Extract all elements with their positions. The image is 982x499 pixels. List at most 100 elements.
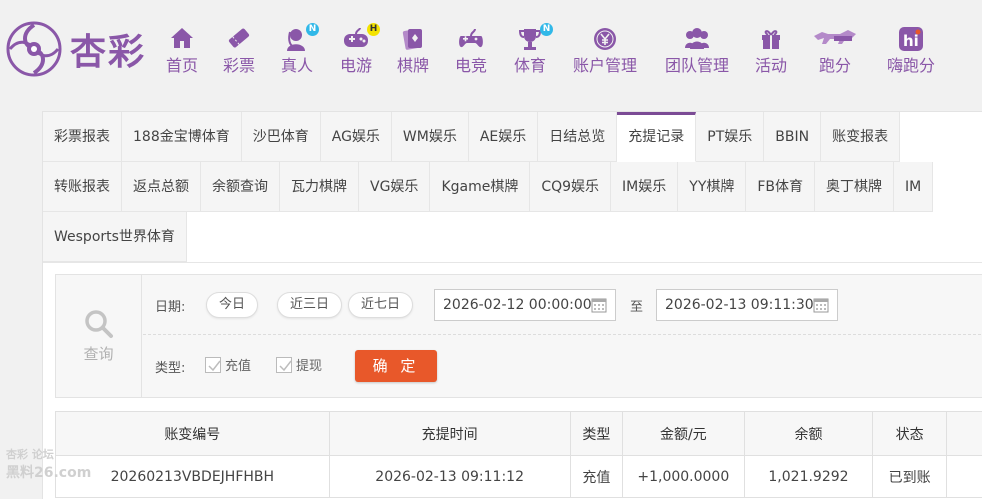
- controller-icon: [453, 26, 489, 52]
- ticket-icon: [220, 26, 258, 52]
- date-row: 日期: 今日 近三日 近七日 2026-02-12 00:00:00 至 202…: [143, 275, 982, 335]
- tab-transfer-report[interactable]: 转账报表: [43, 162, 122, 212]
- calendar-icon[interactable]: [813, 297, 829, 313]
- tab-row-3: Wesports世界体育: [43, 212, 187, 262]
- nav-lottery-label: 彩票: [222, 56, 255, 75]
- cell-amount: +1,000.0000: [622, 455, 745, 498]
- nav-account[interactable]: 账户管理: [570, 26, 640, 76]
- nav-sports-label: 体育: [513, 56, 546, 75]
- col-type: 类型: [569, 411, 624, 456]
- calendar-icon[interactable]: [591, 297, 607, 313]
- tab-bbin[interactable]: BBIN: [764, 112, 822, 162]
- nav-account-label: 账户管理: [572, 56, 637, 75]
- tab-kgame-chess[interactable]: Kgame棋牌: [430, 162, 531, 212]
- tab-im[interactable]: IM娱乐: [611, 162, 679, 212]
- nav-sports[interactable]: N 体育: [512, 23, 553, 76]
- tab-deposit-withdraw-records[interactable]: 充提记录: [617, 112, 697, 162]
- tab-im-more[interactable]: IM: [894, 162, 934, 212]
- brand-logo[interactable]: 杏彩: [4, 18, 160, 80]
- cell-balance: 1,021.9292: [743, 455, 874, 498]
- cards-icon: [396, 26, 430, 52]
- top-nav: 杏彩 首页 彩票 N 真人 H 电游 棋牌 电竞 N 体育 账户管理 团队管理 …: [0, 0, 982, 100]
- date-label: 日期:: [155, 300, 186, 315]
- tab-cq9[interactable]: CQ9娱乐: [530, 162, 612, 212]
- tab-lottery-report[interactable]: 彩票报表: [43, 112, 122, 162]
- gamepad-icon: H: [337, 23, 380, 52]
- nav-runpoints[interactable]: 跑分: [812, 26, 858, 76]
- cell-type: 充值: [569, 455, 624, 498]
- nav-sports-badge: N: [540, 23, 553, 36]
- checkmark-icon: [276, 356, 292, 373]
- tab-row-1: 彩票报表 188金宝博体育 沙巴体育 AG娱乐 WM娱乐 AE娱乐 日结总览 充…: [43, 112, 901, 162]
- tab-fb-sports[interactable]: FB体育: [746, 162, 816, 212]
- running-dog-icon: [812, 26, 858, 52]
- search-label: 查询: [83, 345, 114, 363]
- date-from-input[interactable]: 2026-02-12 00:00:00: [434, 289, 616, 321]
- nav-slots-badge: H: [367, 23, 380, 36]
- nav-slots-label: 电游: [339, 56, 372, 75]
- quick-range-3days[interactable]: 近三日: [277, 292, 343, 318]
- nav-esports[interactable]: 电竞: [453, 26, 489, 76]
- nav-hi-runpoints-label: 嗨跑分: [886, 56, 935, 75]
- tab-odin-chess[interactable]: 奥丁棋牌: [815, 162, 895, 212]
- records-table: 账变编号 充提时间 类型 金额/元 余额 状态 20260213VBDEJHFH…: [55, 411, 982, 498]
- table-row[interactable]: 20260213VBDEJHFHBH 2026-02-13 09:11:12 充…: [55, 455, 982, 498]
- live-dealer-icon: N: [278, 23, 319, 52]
- col-status: 状态: [872, 411, 947, 456]
- logo-emblem-icon: [6, 21, 62, 77]
- type-row: 类型: 充值 提现 确 定: [143, 336, 982, 397]
- tab-rebate-total[interactable]: 返点总额: [122, 162, 201, 212]
- confirm-button[interactable]: 确 定: [355, 350, 437, 382]
- search-icon: [84, 310, 113, 338]
- tab-saba-sports[interactable]: 沙巴体育: [241, 112, 321, 162]
- quick-range-7days[interactable]: 近七日: [348, 292, 414, 318]
- tab-pt[interactable]: PT娱乐: [696, 112, 765, 162]
- date-to-separator: 至: [630, 300, 644, 315]
- type-label: 类型:: [155, 361, 186, 376]
- watermark-line-2: 黑料26.com: [6, 465, 92, 481]
- search-filter: 查询 日期: 今日 近三日 近七日 2026-02-12 00:00:00 至 …: [55, 274, 982, 398]
- tab-balance-query[interactable]: 余额查询: [201, 162, 280, 212]
- tab-wm[interactable]: WM娱乐: [391, 112, 469, 162]
- nav-team-label: 团队管理: [664, 56, 729, 75]
- nav-live[interactable]: N 真人: [278, 23, 319, 76]
- nav-esports-label: 电竞: [454, 56, 487, 75]
- nav-events[interactable]: 活动: [753, 26, 789, 76]
- nav-live-badge: N: [306, 23, 319, 36]
- table-header-row: 账变编号 充提时间 类型 金额/元 余额 状态: [55, 411, 982, 456]
- tab-188-sports[interactable]: 188金宝博体育: [122, 112, 242, 162]
- forum-watermark: 杏彩 论坛 黑料26.com: [6, 446, 96, 482]
- nav-team[interactable]: 团队管理: [662, 26, 732, 76]
- nav-chess-label: 棋牌: [396, 56, 429, 75]
- cell-extra: [945, 455, 982, 498]
- cell-transaction-id: 20260213VBDEJHFHBH: [55, 455, 330, 498]
- tab-account-change-report[interactable]: 账变报表: [821, 112, 901, 162]
- type-deposit-checkbox[interactable]: 充值: [205, 355, 251, 374]
- nav-home[interactable]: 首页: [163, 26, 201, 76]
- watermark-line-1: 杏彩 论坛: [6, 448, 54, 461]
- home-icon: [163, 26, 201, 52]
- tab-wesports[interactable]: Wesports世界体育: [43, 212, 187, 262]
- report-panel: 彩票报表 188金宝博体育 沙巴体育 AG娱乐 WM娱乐 AE娱乐 日结总览 充…: [42, 111, 982, 499]
- date-to-input[interactable]: 2026-02-13 09:11:30: [656, 289, 838, 321]
- search-side[interactable]: 查询: [56, 275, 142, 397]
- tab-ag[interactable]: AG娱乐: [320, 112, 392, 162]
- nav-events-label: 活动: [754, 56, 787, 75]
- checkmark-icon: [205, 356, 221, 373]
- tab-daily-summary[interactable]: 日结总览: [538, 112, 618, 162]
- hi-app-icon: hi: [884, 26, 938, 52]
- nav-chess[interactable]: 棋牌: [396, 26, 430, 76]
- nav-lottery[interactable]: 彩票: [220, 26, 258, 76]
- tab-yy-chess[interactable]: YY棋牌: [678, 162, 747, 212]
- type-withdraw-checkbox[interactable]: 提现: [276, 355, 322, 374]
- tab-vg[interactable]: VG娱乐: [359, 162, 431, 212]
- tab-ae[interactable]: AE娱乐: [468, 112, 539, 162]
- nav-hi-runpoints[interactable]: hi 嗨跑分: [884, 26, 938, 76]
- gift-icon: [753, 26, 789, 52]
- col-extra: [945, 411, 982, 456]
- col-balance: 余额: [743, 411, 874, 456]
- cell-status: 已到账: [872, 455, 947, 498]
- nav-slots[interactable]: H 电游: [337, 23, 380, 76]
- tab-wali-chess[interactable]: 瓦力棋牌: [280, 162, 359, 212]
- quick-range-today[interactable]: 今日: [206, 292, 259, 318]
